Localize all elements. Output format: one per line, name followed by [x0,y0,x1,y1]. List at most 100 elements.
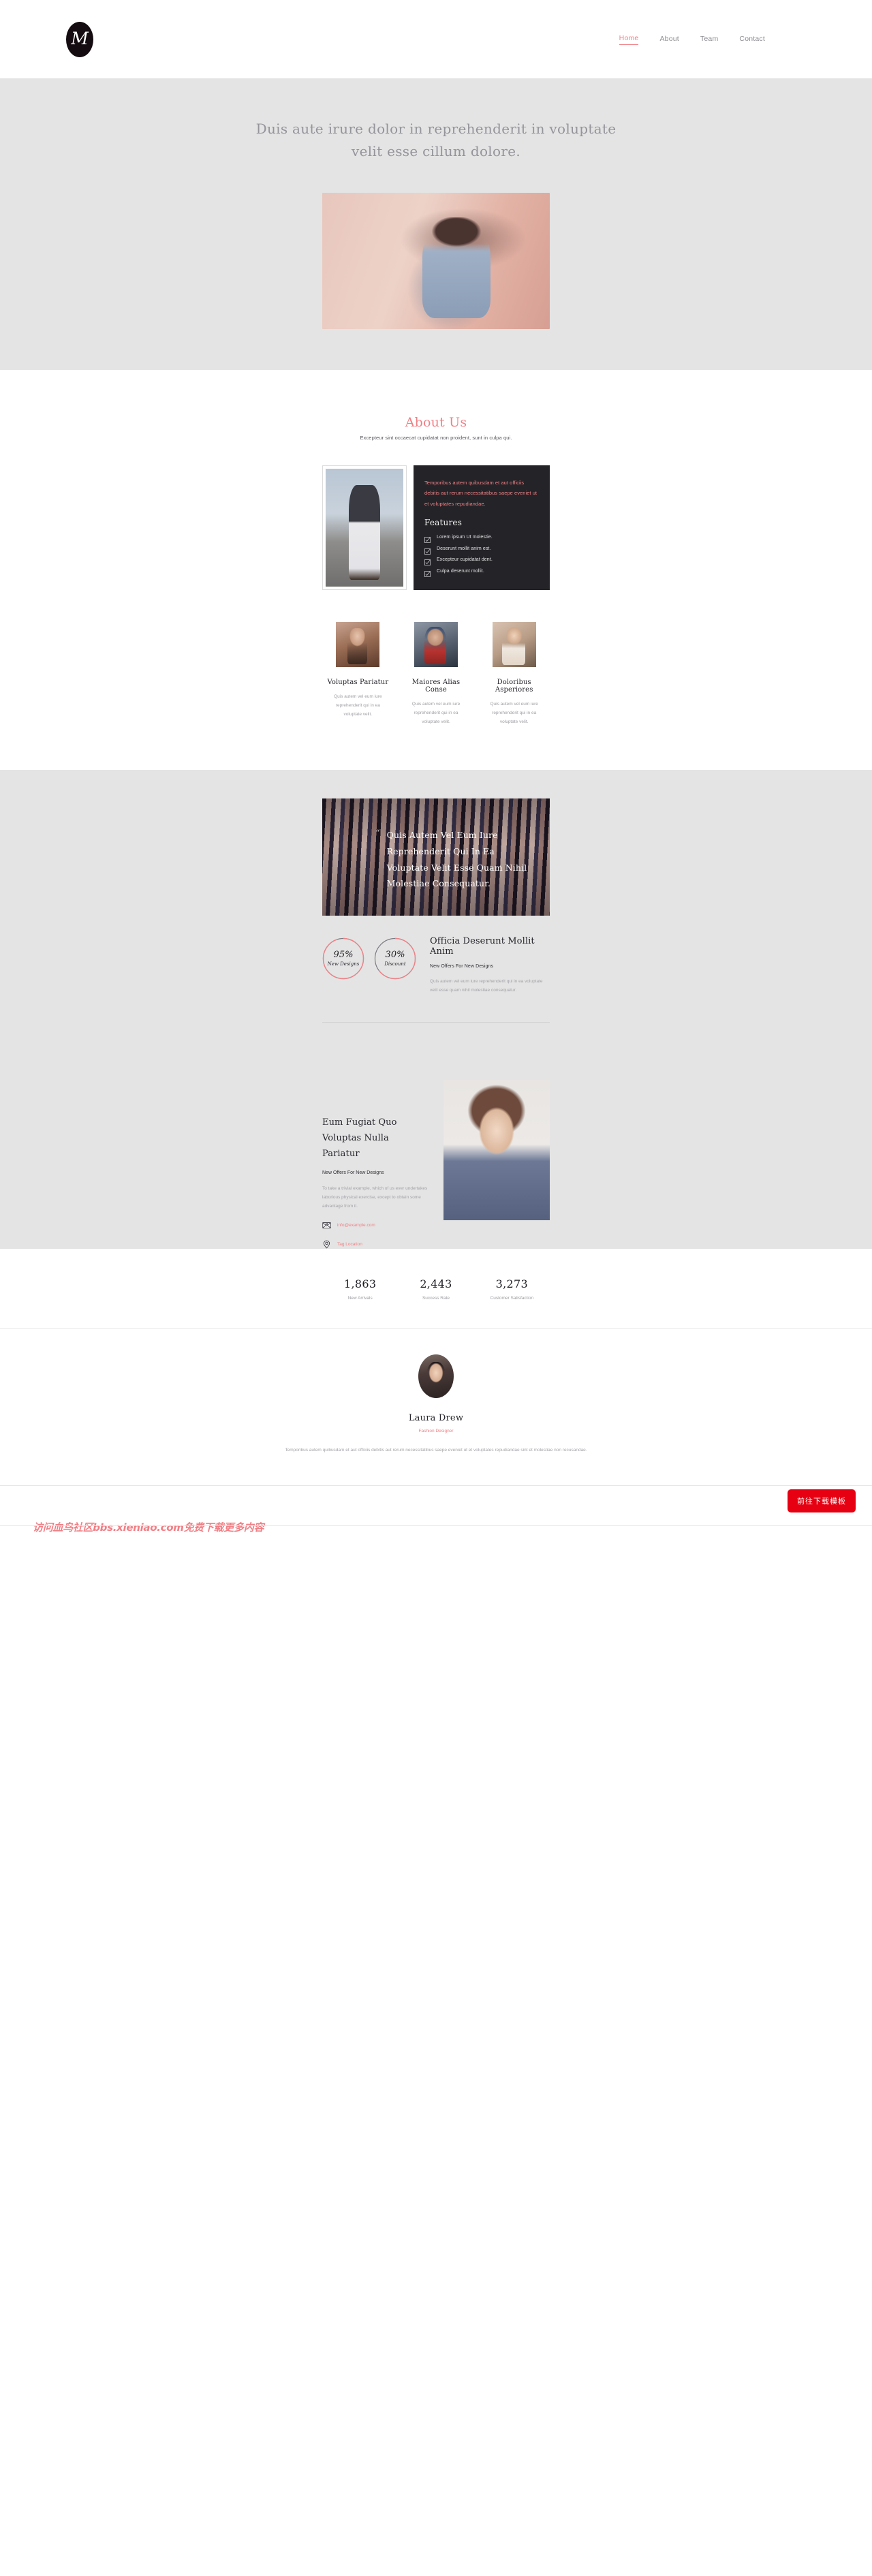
watermark-text: 访问血鸟社区bbs.xieniao.com免费下载更多内容 [33,1521,264,1534]
contact-email-link[interactable]: info@example.com [337,1223,375,1228]
team-description: Quis autem vel eum iure reprehenderit qu… [411,702,461,725]
team-photo-image [336,622,380,668]
checkbox-checked-icon [424,534,431,544]
counter-caption: New Arrivals [347,1296,373,1301]
footer-divider [0,1525,872,1527]
hero-image [322,193,550,329]
counter-item: 3,273 Customer Satisfaction [474,1277,550,1301]
contact-body: To take a trivial example, which of us e… [322,1186,428,1209]
nav-item-home[interactable]: Home [619,34,639,45]
feature-label: Culpa deserunt mollit. [437,568,484,574]
contact-location-link[interactable]: Tag Location [337,1242,362,1247]
logo[interactable]: M [66,21,93,57]
quote-text: Quis Autem Vel Eum Iure Reprehenderit Qu… [386,830,527,889]
team-name: Doloribus Asperiores [495,679,533,694]
team-photo [492,622,536,668]
about-photo-frame [322,465,407,591]
nav-item-team[interactable]: Team [700,35,718,44]
checkbox-checked-icon [424,568,431,577]
stat-ring-label: 95% New Designs [322,937,364,980]
offers-body: Quis autem vel eum iure reprehenderit qu… [430,979,543,993]
section-divider [322,1022,550,1023]
stat-ring-caption: Discount [384,961,406,967]
about-columns: Temporibus autem quibusdam et aut offici… [322,465,550,591]
stat-ring-value: 30% [385,950,405,961]
counter-row: 1,863 New Arrivals 2,443 Success Rate 3,… [322,1277,550,1301]
counter-value: 3,273 [495,1277,528,1291]
hero-heading: Duis aute irure dolor in reprehenderit i… [225,118,647,163]
offers-title: Officia Deserunt Mollit Anim [430,936,535,957]
offers-block: 95% New Designs 30% Discount Officia Des… [322,935,550,995]
main-nav: Home About Team Contact [619,34,765,45]
feature-label: Deserunt mollit anim est. [437,546,491,551]
stat-ring-caption: New Designs [327,961,360,967]
contact-section: Eum Fugiat Quo Voluptas Nulla Pariatur N… [0,1053,872,1250]
logo-letter: M [71,29,89,48]
stat-ring-new-designs: 95% New Designs [322,937,364,980]
stat-rings: 95% New Designs 30% Discount [322,935,416,980]
team-cards: Voluptas Pariatur Quis autem vel eum iur… [322,622,550,726]
hero-heading-line2: velit esse cillum dolore. [351,143,520,159]
about-panel-lead: Temporibus autem quibusdam et aut offici… [424,480,538,507]
about-dark-panel: Temporibus autem quibusdam et aut offici… [414,465,550,591]
hero-section: Duis aute irure dolor in reprehenderit i… [0,78,872,370]
counter-caption: Customer Satisfaction [490,1296,534,1301]
avatar [418,1354,454,1399]
stat-ring-discount: 30% Discount [374,937,416,980]
hero-heading-line1: Duis aute irure dolor in reprehenderit i… [255,121,617,137]
checkbox-checked-icon [424,557,431,566]
hero-image-photo [322,193,550,329]
site-header: M Home About Team Contact [0,0,872,78]
feature-item: Culpa deserunt mollit. [424,568,539,577]
testimonial-name: Laura Drew [408,1413,464,1424]
counter-item: 1,863 New Arrivals [322,1277,398,1301]
team-name: Voluptas Pariatur [327,679,389,687]
about-photo [326,469,403,587]
contact-text: Eum Fugiat Quo Voluptas Nulla Pariatur N… [322,1080,429,1249]
envelope-at-icon [322,1221,331,1230]
contact-email-row[interactable]: info@example.com [322,1221,429,1230]
offers-subtitle: New Offers For New Designs [430,964,494,969]
testimonial-section: Laura Drew Fashion Designer Temporibus a… [0,1329,872,1486]
testimonial-role: Fashion Designer [418,1429,454,1434]
logo-circle: M [66,21,93,57]
feature-item: Excepteur cupidatat dent. [424,557,539,566]
stat-ring-label: 30% Discount [374,937,416,980]
quote-banner: “ Quis Autem Vel Eum Iure Reprehenderit … [322,798,550,916]
about-photo-image [326,469,403,587]
about-section: About Us Excepteur sint occaecat cupidat… [0,370,872,771]
counter-value: 2,443 [420,1277,452,1291]
counter-item: 2,443 Success Rate [398,1277,473,1301]
team-card[interactable]: Maiores Alias Conse Quis autem vel eum i… [401,622,472,726]
counter-caption: Success Rate [422,1296,450,1301]
offers-text: Officia Deserunt Mollit Anim New Offers … [424,935,550,995]
feature-label: Excepteur cupidatat dent. [437,557,493,563]
feature-label: Lorem ipsum Ut molestie. [437,535,493,540]
team-card[interactable]: Voluptas Pariatur Quis autem vel eum iur… [322,622,394,726]
footer-bar: 访问血鸟社区bbs.xieniao.com免费下载更多内容 前往下载模板 [0,1485,872,1541]
contact-split: Eum Fugiat Quo Voluptas Nulla Pariatur N… [322,1080,550,1249]
contact-image [443,1080,550,1221]
team-photo [414,622,458,668]
features-list: Lorem ipsum Ut molestie. Deserunt mollit… [424,534,539,577]
landing-page: M Home About Team Contact Duis aute irur… [0,0,872,1541]
feature-item: Lorem ipsum Ut molestie. [424,534,539,544]
download-template-button[interactable]: 前往下载模板 [788,1489,856,1513]
map-pin-icon [322,1240,331,1249]
contact-location-row[interactable]: Tag Location [322,1240,429,1249]
team-card[interactable]: Doloribus Asperiores Quis autem vel eum … [478,622,550,726]
team-photo-image [492,622,536,668]
testimonial-quote: Temporibus autem quibusdam et aut offici… [285,1448,587,1453]
counter-value: 1,863 [344,1277,377,1291]
counters-section: 1,863 New Arrivals 2,443 Success Rate 3,… [0,1249,872,1329]
contact-title: Eum Fugiat Quo Voluptas Nulla Pariatur [322,1117,397,1159]
team-photo-image [414,622,458,668]
team-photo [336,622,380,668]
nav-item-contact[interactable]: Contact [739,35,765,44]
contact-subtitle: New Offers For New Designs [322,1170,384,1176]
nav-item-about[interactable]: About [659,35,679,44]
about-title: About Us [405,415,467,430]
quote-offers-section: “ Quis Autem Vel Eum Iure Reprehenderit … [0,770,872,1053]
about-subtitle: Excepteur sint occaecat cupidatat non pr… [360,435,512,441]
stat-ring-value: 95% [333,950,354,961]
